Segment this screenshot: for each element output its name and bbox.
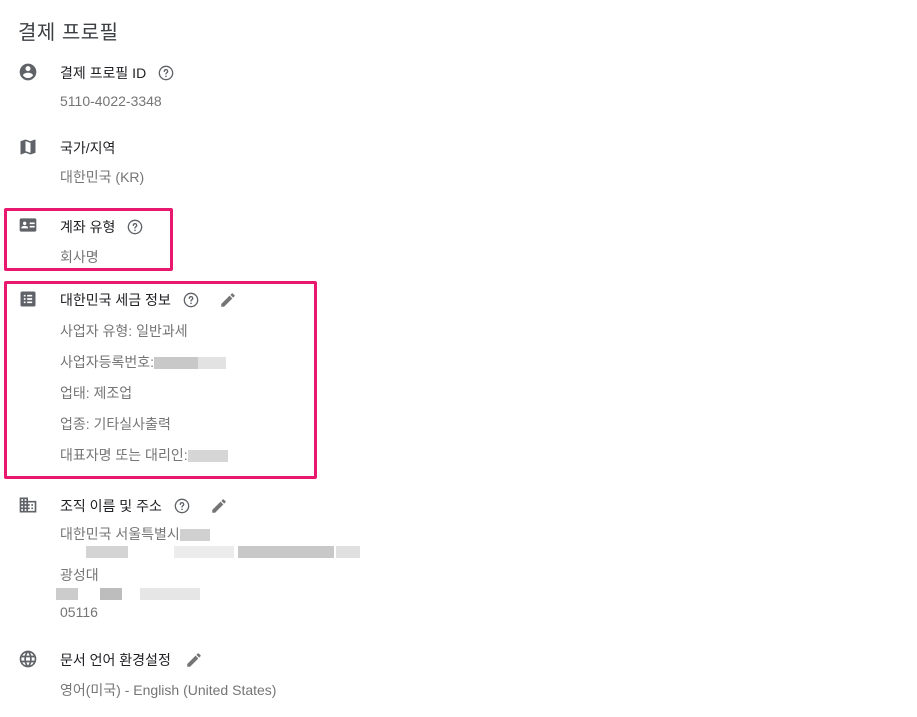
map-icon	[18, 137, 38, 157]
redacted-mask	[179, 529, 210, 542]
list-icon	[18, 289, 38, 309]
help-icon[interactable]	[183, 292, 199, 308]
language-value: 영어(미국) - English (United States)	[60, 682, 277, 698]
redacted-address-line	[56, 588, 210, 600]
tax-info-label: 대한민국 세금 정보	[60, 292, 171, 308]
tax-business-type: 사업자 유형: 일반과세	[60, 323, 188, 339]
org-line3: 광성대	[60, 567, 99, 583]
id-card-icon	[18, 215, 38, 235]
language-label: 문서 언어 환경설정	[60, 652, 171, 668]
account-type-label: 계좌 유형	[60, 219, 116, 235]
redacted-mask	[187, 450, 228, 463]
tax-industry: 업종: 기타실사출력	[60, 416, 171, 432]
org-line1: 대한민국 서울특별시	[60, 524, 210, 544]
redacted-address-line	[60, 546, 365, 558]
tax-info-title: 대한민국 세금 정보	[60, 290, 237, 310]
language-title: 문서 언어 환경설정	[60, 650, 203, 670]
org-title: 조직 이름 및 주소	[60, 496, 228, 516]
country-label: 국가/지역	[60, 140, 116, 156]
profile-id-title: 결제 프로필 ID	[60, 63, 174, 83]
help-icon[interactable]	[158, 65, 174, 81]
pencil-icon[interactable]	[219, 291, 237, 309]
account-type-title: 계좌 유형	[60, 217, 143, 237]
org-line1-text: 대한민국 서울특별시	[60, 526, 180, 542]
globe-icon	[18, 649, 38, 669]
org-label: 조직 이름 및 주소	[60, 498, 162, 514]
pencil-icon[interactable]	[210, 497, 228, 515]
tax-business: 업태: 제조업	[60, 385, 133, 401]
account-circle-icon	[18, 62, 38, 82]
building-icon	[18, 495, 38, 515]
pencil-icon[interactable]	[185, 651, 203, 669]
country-value: 대한민국 (KR)	[60, 169, 145, 185]
help-icon[interactable]	[174, 498, 190, 514]
tax-representative-label: 대표자명 또는 대리인:	[60, 447, 188, 463]
account-type-value: 회사명	[60, 249, 99, 265]
org-line5: 05116	[60, 604, 98, 620]
page-title: 결제 프로필	[18, 22, 119, 44]
country-title: 국가/지역	[60, 138, 115, 158]
tax-representative: 대표자명 또는 대리인:	[60, 445, 228, 465]
profile-id-label: 결제 프로필 ID	[60, 65, 147, 81]
redacted-mask	[154, 357, 199, 370]
help-icon[interactable]	[127, 219, 143, 235]
tax-registration: 사업자등록번호:	[60, 352, 227, 372]
tax-registration-label: 사업자등록번호:	[60, 354, 155, 370]
profile-id-value: 5110-4022-3348	[60, 93, 162, 109]
redacted-mask	[198, 357, 227, 370]
